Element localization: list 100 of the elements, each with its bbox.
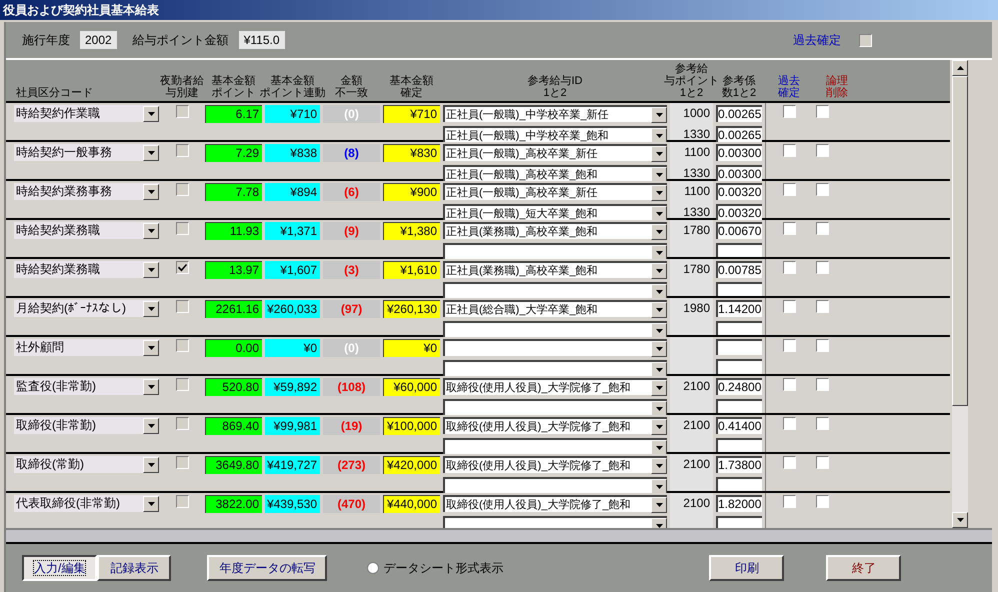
category-dropdown[interactable]: 取締役(非常勤)	[14, 417, 159, 434]
confirmed-amount-field[interactable]: ¥420,000	[383, 456, 440, 474]
checkbox[interactable]	[816, 495, 829, 508]
reference-id-dropdown[interactable]	[443, 282, 667, 299]
reference-id-dropdown[interactable]: 正社員(一般職)_高校卒業_新任	[443, 144, 667, 161]
dropdown-button[interactable]	[651, 400, 667, 416]
dropdown-button[interactable]	[651, 284, 667, 300]
coefficient-field[interactable]	[716, 358, 762, 374]
confirmed-amount-field[interactable]: ¥1,610	[383, 261, 440, 279]
points-field[interactable]: 2261.16	[205, 300, 262, 318]
dropdown-button[interactable]	[651, 106, 667, 122]
point-amount-field[interactable]: ¥115.0	[238, 31, 285, 49]
dropdown-button[interactable]	[651, 418, 667, 434]
dropdown-button[interactable]	[651, 166, 667, 182]
dropdown-button[interactable]	[143, 106, 159, 122]
coefficient-field[interactable]	[716, 321, 762, 335]
confirmed-amount-field[interactable]: ¥1,380	[383, 222, 440, 240]
coefficient-field[interactable]: 0.00300	[716, 144, 762, 161]
category-dropdown[interactable]: 月給契約(ﾎﾞｰﾅｽなし)	[14, 300, 159, 317]
reference-id-dropdown[interactable]: 取締役(使用人役員)_大学院修了_飽和	[443, 456, 667, 473]
year-field[interactable]: 2002	[80, 31, 117, 49]
confirmed-amount-field[interactable]: ¥830	[383, 144, 440, 162]
checkbox[interactable]	[816, 183, 829, 196]
checkbox[interactable]	[783, 144, 796, 157]
coefficient-field[interactable]: 0.00300	[716, 165, 762, 182]
coefficient-field[interactable]: 0.00265	[716, 126, 762, 143]
reference-id-dropdown[interactable]	[443, 516, 667, 528]
checkbox[interactable]	[783, 105, 796, 118]
points-field[interactable]: 6.17	[205, 105, 262, 123]
dropdown-button[interactable]	[651, 380, 667, 396]
coefficient-field[interactable]	[716, 282, 762, 296]
checkbox[interactable]	[783, 495, 796, 508]
dropdown-button[interactable]	[651, 128, 667, 144]
coefficient-field[interactable]: 0.00320	[716, 183, 762, 200]
dropdown-button[interactable]	[651, 146, 667, 162]
checkbox[interactable]	[176, 495, 188, 508]
reference-id-dropdown[interactable]	[443, 321, 667, 338]
reference-id-dropdown[interactable]: 取締役(使用人役員)_大学院修了_飽和	[443, 417, 667, 434]
dropdown-button[interactable]	[651, 206, 667, 222]
checkbox[interactable]	[816, 105, 829, 118]
confirmed-amount-field[interactable]: ¥710	[383, 105, 440, 123]
reference-id-dropdown[interactable]: 正社員(業務職)_高校卒業_飽和	[443, 222, 667, 239]
points-field[interactable]: 7.29	[205, 144, 262, 162]
checkbox[interactable]	[783, 417, 796, 430]
category-dropdown[interactable]: 監査役(非常勤)	[14, 378, 159, 395]
reference-id-dropdown[interactable]: 取締役(使用人役員)_大学院修了_飽和	[443, 378, 667, 395]
dropdown-button[interactable]	[143, 184, 159, 200]
category-dropdown[interactable]: 社外顧問	[14, 339, 159, 356]
dropdown-button[interactable]	[143, 496, 159, 512]
confirmed-amount-field[interactable]: ¥260,130	[383, 300, 440, 318]
points-field[interactable]: 520.80	[205, 378, 262, 396]
category-dropdown[interactable]: 時給契約業務事務	[14, 183, 159, 200]
checkbox[interactable]	[176, 417, 188, 430]
reference-id-dropdown[interactable]: 正社員(一般職)_中学校卒業_新任	[443, 105, 667, 122]
dropdown-button[interactable]	[651, 340, 667, 356]
dropdown-button[interactable]	[143, 262, 159, 278]
checkbox[interactable]	[816, 261, 829, 274]
category-dropdown[interactable]: 代表取締役(非常勤)	[14, 495, 159, 512]
checkbox[interactable]	[816, 339, 829, 352]
checkbox[interactable]	[783, 339, 796, 352]
reference-id-dropdown[interactable]	[443, 339, 667, 356]
dropdown-button[interactable]	[651, 322, 667, 338]
points-field[interactable]: 869.40	[205, 417, 262, 435]
dropdown-button[interactable]	[143, 300, 159, 316]
dropdown-button[interactable]	[143, 144, 159, 160]
dropdown-button[interactable]	[143, 222, 159, 238]
reference-id-dropdown[interactable]	[443, 243, 667, 260]
checkbox[interactable]	[859, 34, 872, 46]
print-button[interactable]: 印刷	[709, 555, 784, 581]
checkbox[interactable]	[783, 300, 796, 313]
coefficient-field[interactable]	[716, 477, 762, 491]
dropdown-button[interactable]	[651, 302, 667, 318]
dropdown-button[interactable]	[651, 496, 667, 512]
checkbox[interactable]	[816, 300, 829, 313]
category-dropdown[interactable]: 時給契約業務職	[14, 222, 159, 239]
checkbox[interactable]	[176, 183, 188, 196]
confirmed-amount-field[interactable]: ¥100,000	[383, 417, 440, 435]
checkbox[interactable]	[176, 261, 188, 274]
confirmed-amount-field[interactable]: ¥440,000	[383, 495, 440, 513]
dropdown-button[interactable]	[651, 458, 667, 474]
reference-id-dropdown[interactable]: 正社員(一般職)_中学校卒業_飽和	[443, 126, 667, 143]
coefficient-field[interactable]: 1.14200	[716, 300, 762, 317]
view-toggle-button[interactable]: 記録表示	[97, 555, 172, 581]
checkbox[interactable]	[816, 144, 829, 157]
checkbox[interactable]	[783, 261, 796, 274]
confirmed-amount-field[interactable]: ¥60,000	[383, 378, 440, 396]
checkbox[interactable]	[176, 222, 188, 235]
checkbox[interactable]	[816, 378, 829, 391]
dropdown-button[interactable]	[651, 440, 667, 456]
reference-id-dropdown[interactable]: 正社員(一般職)_高校卒業_新任	[443, 183, 667, 200]
checkbox[interactable]	[176, 378, 188, 391]
dropdown-button[interactable]	[651, 224, 667, 240]
vertical-scrollbar[interactable]	[952, 60, 968, 528]
dropdown-button[interactable]	[143, 340, 159, 356]
reference-id-dropdown[interactable]	[443, 477, 667, 494]
coefficient-field[interactable]: 1.82000	[716, 495, 762, 512]
checkbox[interactable]	[816, 222, 829, 235]
category-dropdown[interactable]: 時給契約作業職	[14, 105, 159, 122]
checkbox[interactable]	[176, 339, 188, 352]
dropdown-button[interactable]	[651, 262, 667, 278]
